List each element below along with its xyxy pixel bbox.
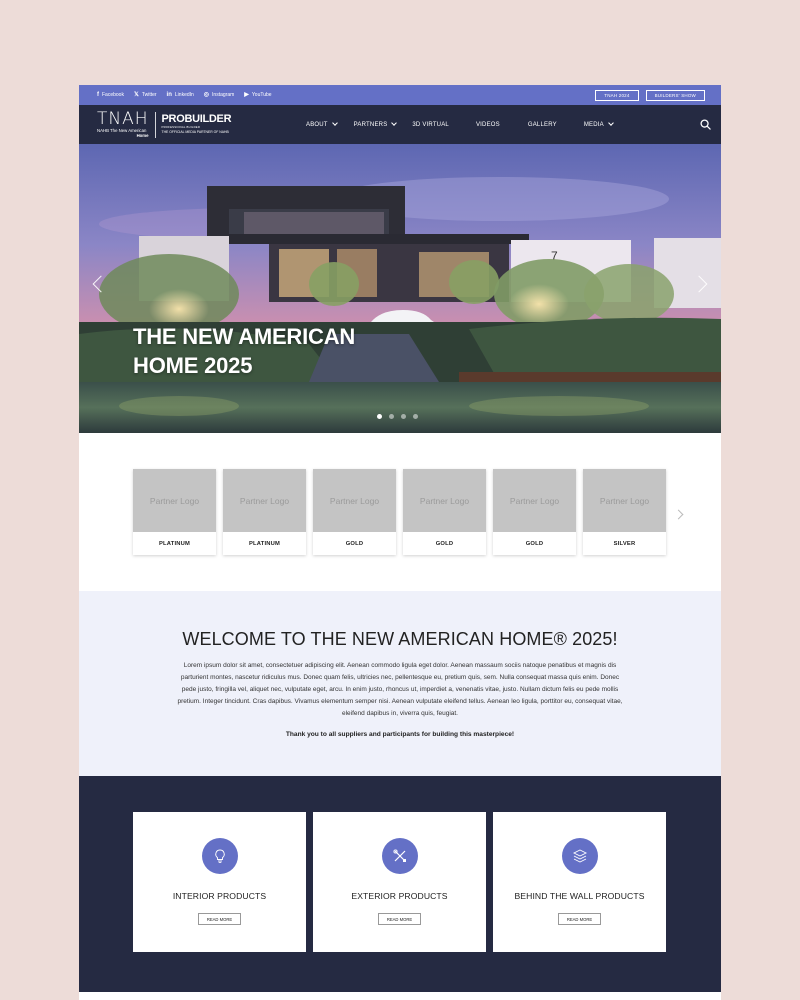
nav-item-label: MEDIA [583, 121, 604, 128]
read-more-button[interactable]: READ MORE [197, 913, 242, 925]
welcome-body: Lorem ipsum dolor sit amet, consectetuer… [177, 662, 623, 717]
probuilder-logo[interactable]: PROBUILDER PROFESSIONAL BUILDER THE OFFI… [162, 114, 232, 134]
probuilder-logo-text: PROBUILDER [161, 113, 232, 126]
partner-logo: Partner Logo [493, 469, 576, 532]
welcome-section: WELCOME TO THE NEW AMERICAN HOME® 2025! … [79, 591, 721, 776]
product-card-exterior: EXTERIOR PRODUCTS READ MORE [313, 812, 486, 952]
builders-show-button[interactable]: BUILDERS' SHOW [645, 89, 705, 101]
social-facebook[interactable]: f Facebook [97, 92, 124, 98]
top-buttons: TNAH 2024 BUILDERS' SHOW [595, 89, 705, 101]
hero-image: 7 [79, 144, 721, 433]
read-more-button[interactable]: READ MORE [377, 913, 422, 925]
partner-tier: SILVER [613, 540, 636, 547]
tools-icon [381, 838, 418, 874]
nav-item-label: PARTNERS [353, 121, 388, 128]
partner-tier: GOLD [435, 540, 454, 547]
linkedin-icon: in [166, 92, 172, 98]
social-linkedin[interactable]: in LinkedIn [167, 92, 194, 98]
partner-card[interactable]: Partner Logo GOLD [493, 469, 576, 555]
social-instagram[interactable]: ◎ Instagram [204, 92, 234, 98]
social-label: LinkedIn [174, 92, 194, 98]
slider-dot[interactable] [413, 414, 418, 419]
product-title: BEHIND THE WALL PRODUCTS [514, 891, 645, 901]
social-youtube[interactable]: ▶ YouTube [244, 92, 271, 98]
youtube-icon: ▶ [244, 92, 249, 98]
social-label: YouTube [251, 92, 272, 98]
nav-item-partners[interactable]: PARTNERS [353, 120, 398, 128]
tnah-logo-subtitle-2: Home [136, 132, 149, 138]
hero-title-line-2: HOME 2025 [133, 353, 253, 378]
slider-dot[interactable] [389, 414, 394, 419]
product-cards: INTERIOR PRODUCTS READ MORE EXTERIOR PRO… [133, 812, 666, 952]
nav-item-videos[interactable]: VIDEOS [476, 122, 500, 128]
partners-carousel: Partner Logo PLATINUM Partner Logo PLATI… [79, 433, 721, 591]
partner-logo: Partner Logo [403, 469, 486, 532]
partner-logo: Partner Logo [583, 469, 666, 532]
nav-item-gallery[interactable]: GALLERY [528, 122, 557, 128]
product-title: EXTERIOR PRODUCTS [351, 891, 448, 901]
hero-slider: 7 THE NEW AMERICAN HOME 2025 [79, 144, 721, 433]
probuilder-tagline-2: THE OFFICIAL MEDIA PARTNER OF NAHB [161, 130, 229, 135]
product-card-interior: INTERIOR PRODUCTS READ MORE [133, 812, 306, 952]
nav-item-3d-virtual[interactable]: 3D VIRTUAL [412, 122, 449, 128]
logo-divider [154, 111, 156, 138]
partner-tier: GOLD [345, 540, 364, 547]
partner-card[interactable]: Partner Logo PLATINUM [223, 469, 306, 555]
slider-dot[interactable] [401, 414, 406, 419]
social-label: Twitter [141, 92, 157, 98]
partner-card[interactable]: Partner Logo GOLD [403, 469, 486, 555]
chevron-right-icon[interactable] [673, 509, 684, 520]
partner-card[interactable]: Partner Logo PLATINUM [133, 469, 216, 555]
slider-dot[interactable] [377, 414, 382, 419]
tnah-logo[interactable]: TNAH NAHB The New American Home [97, 111, 149, 138]
partner-logo: Partner Logo [133, 469, 216, 532]
product-card-behind-wall: BEHIND THE WALL PRODUCTS READ MORE [493, 812, 666, 952]
tnah-logo-text: TNAH [97, 109, 149, 130]
layers-icon [561, 838, 598, 874]
product-title: INTERIOR PRODUCTS [172, 891, 267, 901]
facebook-icon: f [97, 92, 99, 98]
nav-item-about[interactable]: ABOUT [306, 120, 338, 128]
nav-item-media[interactable]: MEDIA [583, 120, 614, 128]
nav-item-label: GALLERY [527, 121, 557, 128]
main-nav: TNAH NAHB The New American Home PROBUILD… [79, 105, 721, 144]
read-more-button[interactable]: READ MORE [557, 913, 602, 925]
slider-dots [377, 414, 418, 419]
welcome-thanks: Thank you to all suppliers and participa… [285, 731, 515, 738]
nav-item-label: VIDEOS [475, 121, 500, 128]
partner-card[interactable]: Partner Logo GOLD [313, 469, 396, 555]
hero-title: THE NEW AMERICAN HOME 2025 [133, 322, 355, 380]
partner-tier: PLATINUM [158, 540, 191, 547]
welcome-title: WELCOME TO THE NEW AMERICAN HOME® 2025! [182, 629, 618, 649]
social-label: Facebook [102, 92, 124, 98]
twitter-icon: 𝕏 [133, 92, 139, 98]
partner-card[interactable]: Partner Logo SILVER [583, 469, 666, 555]
nav-item-label: ABOUT [306, 121, 328, 128]
tnah-2024-button[interactable]: TNAH 2024 [595, 89, 639, 101]
top-bar: f Facebook 𝕏 Twitter in LinkedIn ◎ Insta… [79, 85, 721, 105]
social-twitter[interactable]: 𝕏 Twitter [134, 92, 157, 98]
chevron-down-icon [608, 120, 614, 126]
partner-tier: PLATINUM [248, 540, 281, 547]
social-links: f Facebook 𝕏 Twitter in LinkedIn ◎ Insta… [97, 92, 272, 98]
nav-item-label: 3D VIRTUAL [412, 121, 449, 128]
chevron-down-icon [331, 120, 338, 126]
nav-menu: ABOUT PARTNERS 3D VIRTUAL VIDEOS GALLERY… [306, 105, 614, 144]
social-label: Instagram [212, 92, 235, 98]
products-section: INTERIOR PRODUCTS READ MORE EXTERIOR PRO… [79, 776, 721, 992]
hero-title-line-1: THE NEW AMERICAN [133, 324, 356, 349]
lightbulb-icon [201, 838, 238, 874]
partner-logo: Partner Logo [313, 469, 396, 532]
partner-tier: GOLD [525, 540, 544, 547]
chevron-down-icon [391, 120, 398, 126]
search-icon[interactable] [700, 119, 711, 130]
partner-cards: Partner Logo PLATINUM Partner Logo PLATI… [133, 469, 666, 555]
probuilder-tagline: PROFESSIONAL BUILDER [161, 125, 201, 130]
instagram-icon: ◎ [203, 92, 210, 98]
page: f Facebook 𝕏 Twitter in LinkedIn ◎ Insta… [79, 85, 721, 1000]
partner-logo: Partner Logo [223, 469, 306, 532]
